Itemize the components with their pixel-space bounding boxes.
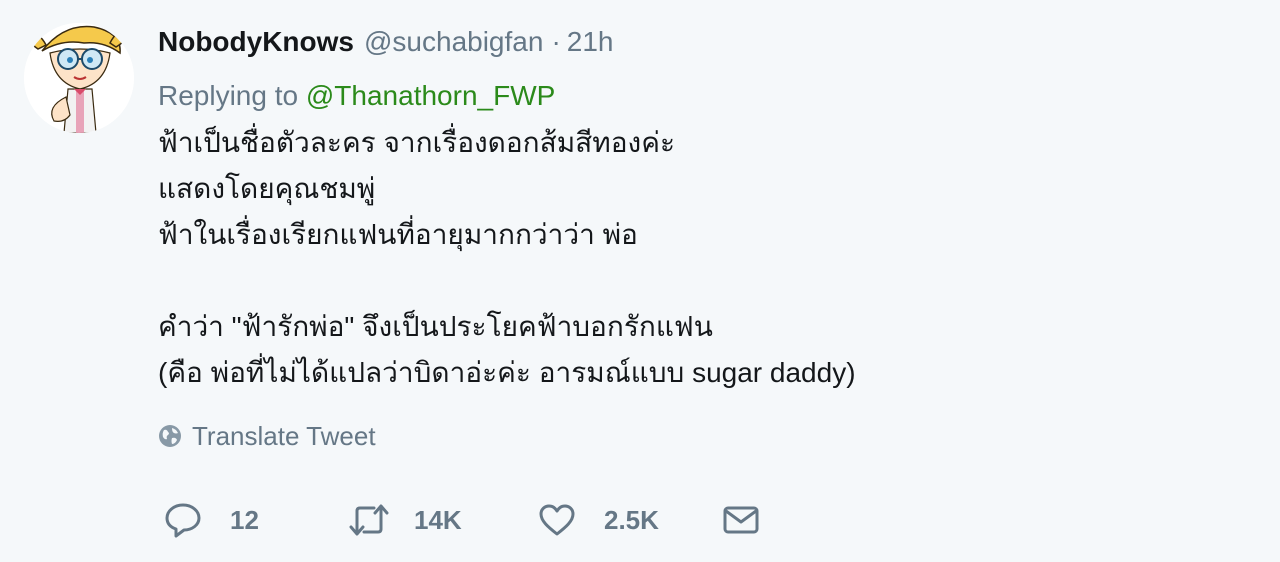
retweet-arrows-icon: [349, 504, 389, 536]
reply-to-mention-link[interactable]: @Thanathorn_FWP: [306, 80, 555, 111]
timestamp[interactable]: 21h: [567, 26, 614, 58]
tweet-text-line: ฟ้าในเรื่องเรียกแฟนที่อายุมากกว่าว่า พ่อ: [158, 219, 638, 250]
tweet-text-line: ฟ้าเป็นชื่อตัวละคร จากเรื่องดอกส้มสีทองค…: [158, 127, 675, 158]
tweet-text-line: แสดงโดยคุณชมพู่: [158, 173, 376, 204]
tweet-text-line: คำว่า "ฟ้ารักพ่อ" จึงเป็นประโยคฟ้าบอกรัก…: [158, 311, 713, 342]
tweet-header: NobodyKnows @suchabigfan · 21h: [158, 22, 1238, 62]
tweet-text-line: [158, 258, 1238, 304]
separator-dot: ·: [551, 26, 561, 57]
tweet-text-line: (คือ พ่อที่ไม่ได้แปลว่าบิดาอ่ะค่ะ อารมณ์…: [158, 357, 856, 388]
user-handle[interactable]: @suchabigfan: [364, 26, 543, 58]
retweet-count: 14K: [414, 504, 462, 535]
globe-icon: [159, 425, 181, 447]
translate-tweet-label: Translate Tweet: [192, 420, 376, 451]
cartoon-girl-avatar-icon: [24, 23, 134, 133]
retweet-button[interactable]: 14K: [348, 499, 462, 541]
tweet: NobodyKnows @suchabigfan · 21h Replying …: [0, 0, 1280, 562]
translate-tweet-link[interactable]: Translate Tweet: [158, 420, 1238, 452]
speech-bubble-icon: [165, 503, 201, 538]
envelope-icon: [723, 506, 759, 534]
reply-count: 12: [230, 504, 259, 535]
reply-button[interactable]: 12: [164, 499, 259, 541]
display-name[interactable]: NobodyKnows: [158, 26, 354, 58]
tweet-actions: 12 14K 2.5K: [164, 499, 804, 541]
tweet-content: NobodyKnows @suchabigfan · 21h Replying …: [158, 22, 1238, 452]
replying-to: Replying to @Thanathorn_FWP: [158, 78, 1238, 114]
tweet-text: ฟ้าเป็นชื่อตัวละคร จากเรื่องดอกส้มสีทองค…: [158, 120, 1238, 396]
reply-prefix: Replying to: [158, 80, 299, 111]
avatar[interactable]: [24, 23, 134, 133]
heart-icon: [539, 504, 575, 536]
like-count: 2.5K: [604, 504, 659, 535]
direct-message-button[interactable]: [722, 499, 760, 541]
like-button[interactable]: 2.5K: [538, 499, 659, 541]
